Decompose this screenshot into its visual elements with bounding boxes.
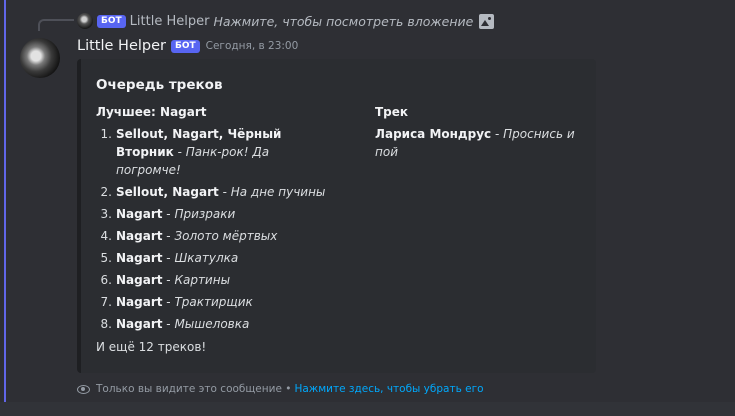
dismiss-message-link[interactable]: Нажмите здесь, чтобы убрать его bbox=[294, 383, 483, 395]
track-number: 3. bbox=[100, 207, 112, 221]
track-number: 5. bbox=[100, 251, 112, 265]
track-song: Картины bbox=[174, 273, 231, 287]
reply-author[interactable]: Little Helper bbox=[130, 14, 210, 29]
track-artist: Nagart bbox=[116, 229, 163, 243]
track-artist: Nagart bbox=[116, 317, 163, 331]
track-artist: Sellout, Nagart bbox=[116, 185, 219, 199]
track-song: Трактирщик bbox=[174, 295, 253, 309]
list-item: 1. Sellout, Nagart, Чёрный Вторник - Пан… bbox=[96, 125, 337, 179]
embed-field-left: Лучшее: Nagart 1. Sellout, Nagart, Чёрны… bbox=[96, 105, 337, 337]
track-separator: - bbox=[173, 145, 186, 159]
track-text: Nagart - Мышеловка bbox=[112, 315, 337, 333]
list-item: 5. Nagart - Шкатулка bbox=[96, 249, 337, 267]
embed-title: Очередь треков bbox=[96, 77, 223, 93]
reply-avatar[interactable] bbox=[77, 13, 93, 29]
ephemeral-text: Только вы видите это сообщение • bbox=[96, 383, 292, 395]
avatar[interactable] bbox=[20, 38, 60, 78]
track-number: 2. bbox=[100, 185, 112, 199]
current-track-artist: Лариса Мондрус bbox=[375, 127, 492, 141]
reply-reference[interactable]: БОТ Little Helper Нажмите, чтобы посмотр… bbox=[77, 12, 495, 30]
track-separator: - bbox=[218, 185, 231, 199]
track-song: Призраки bbox=[174, 207, 236, 221]
current-track-separator: - bbox=[491, 127, 504, 141]
track-text: Sellout, Nagart - На дне пучины bbox=[112, 183, 337, 201]
reply-preview[interactable]: Нажмите, чтобы посмотреть вложение bbox=[213, 14, 473, 29]
list-item: 7. Nagart - Трактирщик bbox=[96, 293, 337, 311]
track-artist: Nagart bbox=[116, 273, 163, 287]
track-song: Золото мёртвых bbox=[174, 229, 278, 243]
track-separator: - bbox=[162, 273, 175, 287]
track-number: 1. bbox=[100, 127, 112, 141]
message-header: Little Helper БОТ Сегодня, в 23:00 bbox=[77, 36, 298, 56]
embed-footer: И ещё 12 треков! bbox=[96, 340, 207, 354]
track-text: Nagart - Картины bbox=[112, 271, 337, 289]
reply-connector bbox=[38, 19, 74, 31]
bot-badge: БОТ bbox=[170, 39, 200, 53]
track-separator: - bbox=[162, 295, 175, 309]
highlight-bar bbox=[4, 0, 6, 402]
eye-icon bbox=[77, 384, 90, 394]
timestamp[interactable]: Сегодня, в 23:00 bbox=[206, 40, 299, 52]
track-song: На дне пучины bbox=[230, 185, 326, 199]
message-container: БОТ Little Helper Нажмите, чтобы посмотр… bbox=[0, 0, 735, 402]
track-text: Nagart - Золото мёртвых bbox=[112, 227, 337, 245]
track-number: 8. bbox=[100, 317, 112, 331]
track-text: Nagart - Шкатулка bbox=[112, 249, 337, 267]
track-separator: - bbox=[162, 251, 175, 265]
track-text: Nagart - Трактирщик bbox=[112, 293, 337, 311]
track-text: Nagart - Призраки bbox=[112, 205, 337, 223]
current-track: Лариса Мондрус - Проснись и пой bbox=[375, 125, 590, 161]
ephemeral-notice: Только вы видите это сообщение • Нажмите… bbox=[77, 381, 484, 397]
track-artist: Nagart bbox=[116, 207, 163, 221]
track-song: Шкатулка bbox=[174, 251, 239, 265]
track-separator: - bbox=[162, 229, 175, 243]
embed: Очередь треков Лучшее: Nagart 1. Sellout… bbox=[77, 59, 596, 373]
field-name-track: Трек bbox=[375, 105, 409, 119]
track-artist: Nagart bbox=[116, 295, 163, 309]
list-item: 4. Nagart - Золото мёртвых bbox=[96, 227, 337, 245]
list-item: 2. Sellout, Nagart - На дне пучины bbox=[96, 183, 337, 201]
track-separator: - bbox=[162, 207, 175, 221]
list-item: 3. Nagart - Призраки bbox=[96, 205, 337, 223]
track-list: 1. Sellout, Nagart, Чёрный Вторник - Пан… bbox=[96, 125, 337, 333]
track-number: 7. bbox=[100, 295, 112, 309]
list-item: 6. Nagart - Картины bbox=[96, 271, 337, 289]
track-artist: Nagart bbox=[116, 251, 163, 265]
track-text: Sellout, Nagart, Чёрный Вторник - Панк-р… bbox=[112, 125, 337, 179]
embed-field-right: Трек Лариса Мондрус - Проснись и пой bbox=[375, 105, 590, 161]
track-number: 6. bbox=[100, 273, 112, 287]
track-separator: - bbox=[162, 317, 175, 331]
field-name-best: Лучшее: Nagart bbox=[96, 105, 207, 119]
track-number: 4. bbox=[100, 229, 112, 243]
image-attachment-icon bbox=[479, 13, 495, 29]
track-song: Мышеловка bbox=[174, 317, 250, 331]
list-item: 8. Nagart - Мышеловка bbox=[96, 315, 337, 333]
author-name[interactable]: Little Helper bbox=[77, 38, 166, 54]
reply-bot-badge: БОТ bbox=[97, 14, 126, 28]
